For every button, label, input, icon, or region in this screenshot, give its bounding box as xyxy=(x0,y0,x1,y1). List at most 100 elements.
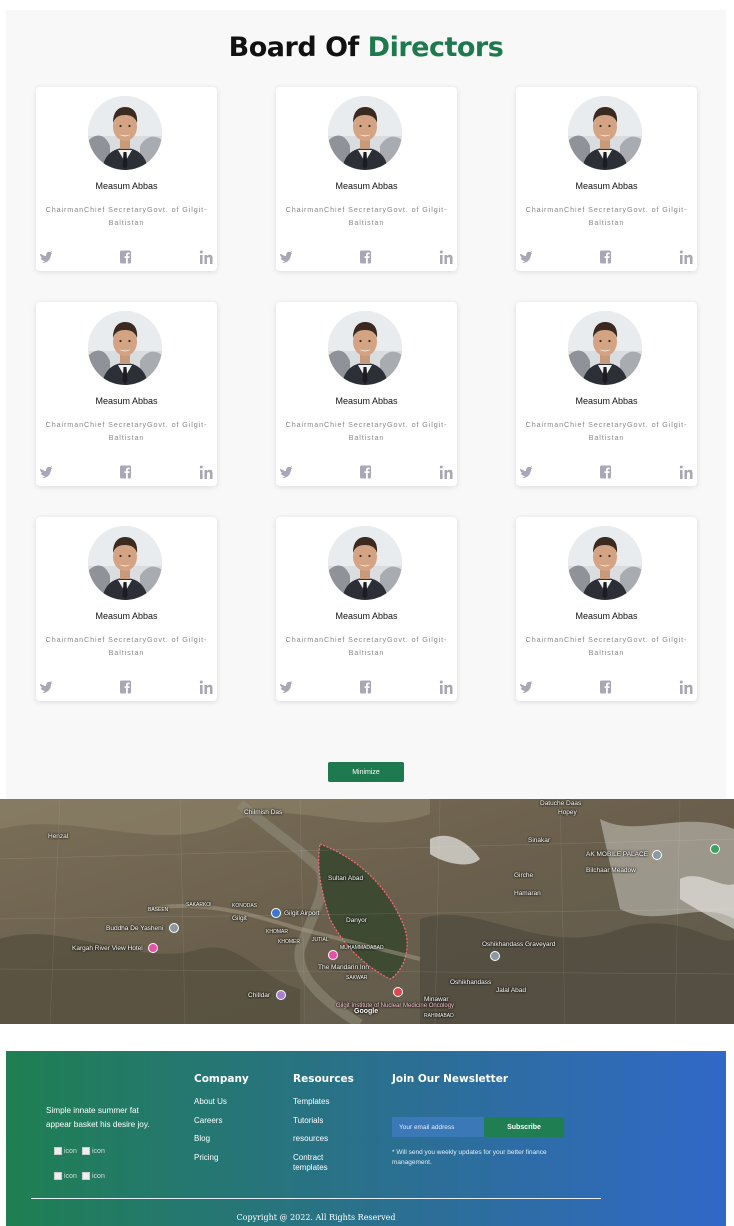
linkedin-icon[interactable] xyxy=(199,679,213,695)
map-label-khomar: KHOMAR xyxy=(266,929,288,935)
map-pin-park[interactable] xyxy=(710,844,720,854)
map-pin-ak-mobile[interactable] xyxy=(652,850,662,860)
footer-link-resources[interactable]: resources xyxy=(293,1134,328,1144)
twitter-icon[interactable] xyxy=(279,249,293,265)
map-label-basin: BASEEN xyxy=(148,907,169,913)
footer-social-icon-2[interactable]: icon xyxy=(82,1147,105,1155)
facebook-icon[interactable] xyxy=(119,464,133,480)
facebook-icon[interactable] xyxy=(599,249,613,265)
twitter-icon[interactable] xyxy=(279,679,293,695)
director-name: Measum Abbas xyxy=(575,396,638,406)
director-avatar xyxy=(88,526,162,600)
director-role: ChairmanChief SecretaryGovt. of Gilgit-B… xyxy=(45,420,208,442)
minimize-button[interactable]: Minimize xyxy=(328,762,404,782)
facebook-icon[interactable] xyxy=(359,679,373,695)
footer-social-icon-4[interactable]: icon xyxy=(82,1172,105,1180)
map-pin-hospital[interactable] xyxy=(393,987,403,997)
footer-link-careers[interactable]: Careers xyxy=(194,1116,222,1126)
copyright-text: Copyright @ 2022. All Rights Reserved xyxy=(236,1213,396,1222)
director-avatar xyxy=(568,526,642,600)
twitter-icon[interactable] xyxy=(519,464,533,480)
footer-social-icon-1[interactable]: icon xyxy=(54,1147,77,1155)
director-card: Measum Abbas ChairmanChief SecretaryGovt… xyxy=(36,87,217,271)
footer-link-about-us[interactable]: About Us xyxy=(194,1097,227,1107)
facebook-icon[interactable] xyxy=(119,249,133,265)
facebook-icon[interactable] xyxy=(359,249,373,265)
footer-resources-title: Resources xyxy=(293,1073,354,1085)
director-name: Measum Abbas xyxy=(95,181,158,191)
map-label-chilldar: Chilldar xyxy=(248,992,271,999)
map-label-jalal-abad: Jalal Abad xyxy=(496,987,526,994)
linkedin-icon[interactable] xyxy=(199,249,213,265)
linkedin-icon[interactable] xyxy=(679,679,693,695)
director-card: Measum Abbas ChairmanChief SecretaryGovt… xyxy=(276,87,457,271)
map-pin-chilldar[interactable] xyxy=(276,990,286,1000)
map-label-kargah: Kargah River View Hotel xyxy=(72,945,143,952)
facebook-icon[interactable] xyxy=(599,679,613,695)
map-label-hamaran: Hamaran xyxy=(514,890,541,897)
linkedin-icon[interactable] xyxy=(439,464,453,480)
director-avatar xyxy=(88,96,162,170)
section-title: Board Of Directors xyxy=(6,32,726,63)
director-name: Measum Abbas xyxy=(335,181,398,191)
director-avatar xyxy=(88,311,162,385)
twitter-icon[interactable] xyxy=(39,464,53,480)
facebook-icon[interactable] xyxy=(119,679,133,695)
linkedin-icon[interactable] xyxy=(439,249,453,265)
map-label-oshikhandass: Oshikhandass xyxy=(450,979,492,986)
map-label-sakwar: SAKWAR xyxy=(346,975,368,981)
twitter-icon[interactable] xyxy=(39,679,53,695)
director-role: ChairmanChief SecretaryGovt. of Gilgit-B… xyxy=(45,205,208,227)
map-label-khomer: KHOMER xyxy=(278,939,300,945)
twitter-icon[interactable] xyxy=(279,464,293,480)
facebook-icon[interactable] xyxy=(599,464,613,480)
director-card: Measum Abbas ChairmanChief SecretaryGovt… xyxy=(276,302,457,486)
map-pin-kargah-hotel[interactable] xyxy=(148,943,158,953)
map-label-sinakar: Sinakar xyxy=(528,837,551,844)
map-label-gilgit: Gilgit xyxy=(232,915,247,922)
twitter-icon[interactable] xyxy=(39,249,53,265)
map-label-henzal: Henzal xyxy=(48,833,69,840)
map-label-minawar: Minawar xyxy=(424,996,449,1003)
footer-link-contract-templates[interactable]: Contract templates xyxy=(293,1153,343,1173)
director-role: ChairmanChief SecretaryGovt. of Gilgit-B… xyxy=(285,635,448,657)
map-label-bilchaar-meadow: Bilchaar Meadow xyxy=(586,867,636,874)
map-label-buddha: Buddha De Yasheni xyxy=(106,925,164,932)
section-title-prefix: Board Of xyxy=(228,32,360,63)
director-name: Measum Abbas xyxy=(335,611,398,621)
director-card: Measum Abbas ChairmanChief SecretaryGovt… xyxy=(36,517,217,701)
footer-link-blog[interactable]: Blog xyxy=(194,1134,210,1144)
footer-link-pricing[interactable]: Pricing xyxy=(194,1153,218,1163)
linkedin-icon[interactable] xyxy=(679,464,693,480)
map-label-chilmish-das: Chilmish Das xyxy=(244,809,283,816)
twitter-icon[interactable] xyxy=(519,679,533,695)
map-pin-mandarin[interactable] xyxy=(328,950,338,960)
footer-link-templates[interactable]: Templates xyxy=(293,1097,329,1107)
linkedin-icon[interactable] xyxy=(199,464,213,480)
map-terrain xyxy=(0,799,734,1024)
director-name: Measum Abbas xyxy=(575,181,638,191)
footer-social-icon-3[interactable]: icon xyxy=(54,1172,77,1180)
twitter-icon[interactable] xyxy=(519,249,533,265)
map-label-danyor: Danyor xyxy=(346,917,367,924)
director-name: Measum Abbas xyxy=(95,611,158,621)
google-logo: Google xyxy=(354,1008,379,1015)
map-label-datuche-daas: Datuche Daas xyxy=(540,800,582,807)
satellite-map[interactable]: Chilmish Das Datuche Daas Hopey Henzal S… xyxy=(0,799,734,1024)
map-pin-graveyard[interactable] xyxy=(490,951,500,961)
newsletter-note: * Will send you weekly updates for your … xyxy=(392,1149,547,1166)
map-pin-airport[interactable] xyxy=(271,908,281,918)
footer-link-tutorials[interactable]: Tutorials xyxy=(293,1116,323,1126)
map-label-ak-mobile-palace: AK MOBILE PALACE xyxy=(586,851,649,858)
newsletter-email-input[interactable] xyxy=(392,1117,484,1137)
director-avatar xyxy=(328,96,402,170)
linkedin-icon[interactable] xyxy=(439,679,453,695)
facebook-icon[interactable] xyxy=(359,464,373,480)
subscribe-button[interactable]: Subscribe xyxy=(484,1117,564,1137)
linkedin-icon[interactable] xyxy=(679,249,693,265)
section-title-accent: Directors xyxy=(367,32,504,63)
map-pin-buddha[interactable] xyxy=(169,923,179,933)
newsletter-title: Join Our Newsletter xyxy=(392,1073,509,1085)
footer-divider xyxy=(31,1198,601,1199)
director-role: ChairmanChief SecretaryGovt. of Gilgit-B… xyxy=(525,635,688,657)
